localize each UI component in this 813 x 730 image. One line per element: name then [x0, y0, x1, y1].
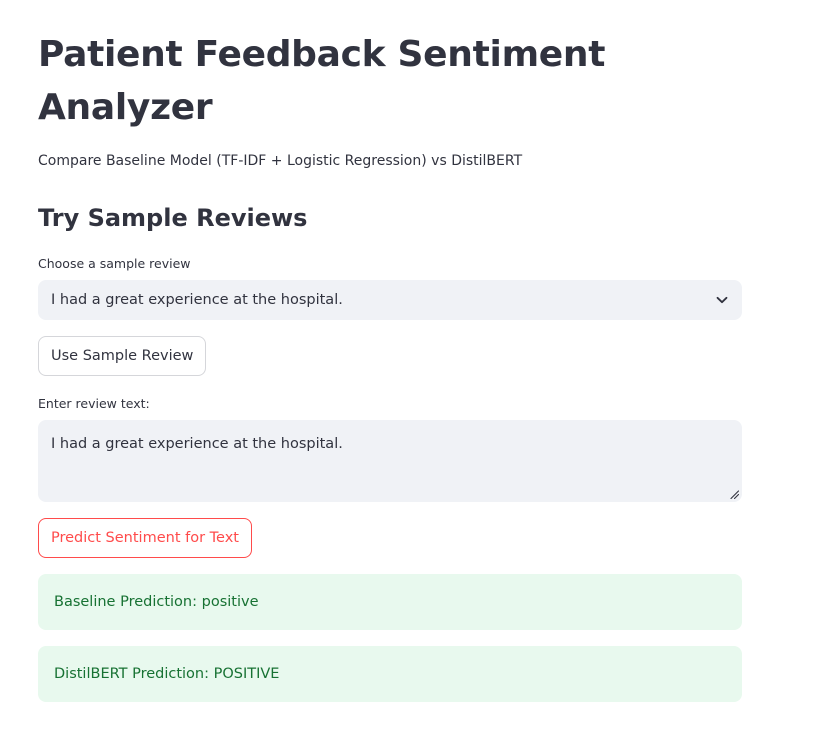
- sample-review-selected-value: I had a great experience at the hospital…: [51, 292, 343, 308]
- review-text-value: I had a great experience at the hospital…: [51, 436, 343, 452]
- sample-review-select[interactable]: I had a great experience at the hospital…: [38, 280, 742, 320]
- sample-select-label: Choose a sample review: [38, 256, 191, 271]
- use-sample-review-button[interactable]: Use Sample Review: [38, 336, 207, 376]
- chevron-down-icon[interactable]: [715, 293, 729, 307]
- distilbert-prediction-text: DistilBERT Prediction: POSITIVE: [54, 666, 280, 682]
- distilbert-prediction-alert: DistilBERT Prediction: POSITIVE: [38, 646, 742, 702]
- sample-reviews-heading: Try Sample Reviews: [38, 204, 308, 232]
- predict-sentiment-button[interactable]: Predict Sentiment for Text: [38, 518, 252, 558]
- page-title: Patient Feedback Sentiment Analyzer: [38, 34, 606, 128]
- review-text-area[interactable]: I had a great experience at the hospital…: [38, 420, 742, 502]
- resize-handle-icon[interactable]: [730, 490, 739, 499]
- review-text-label: Enter review text:: [38, 396, 150, 411]
- baseline-prediction-alert: Baseline Prediction: positive: [38, 574, 742, 630]
- page-subtitle: Compare Baseline Model (TF-IDF + Logisti…: [38, 153, 523, 169]
- baseline-prediction-text: Baseline Prediction: positive: [54, 594, 259, 610]
